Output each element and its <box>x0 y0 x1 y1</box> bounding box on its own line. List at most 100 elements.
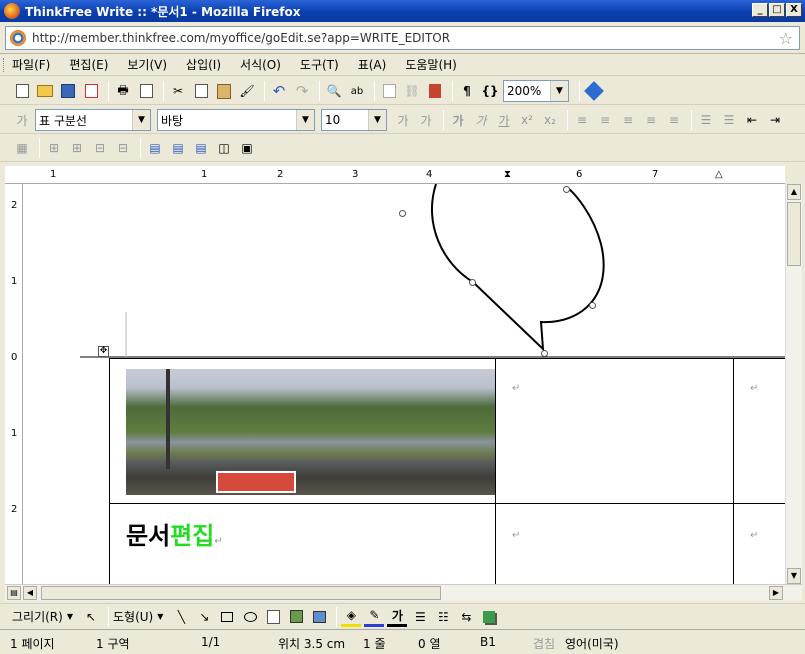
cell-align-middle-icon[interactable]: ▤ <box>168 138 188 158</box>
url-text[interactable]: http://member.thinkfree.com/myoffice/goE… <box>32 31 450 45</box>
chevron-down-icon[interactable]: ▼ <box>132 110 150 130</box>
picture-icon[interactable] <box>309 607 329 627</box>
paragraph-mark-icon[interactable]: ¶ <box>457 81 477 101</box>
insert-row-icon[interactable]: ⊞ <box>44 138 64 158</box>
close-button[interactable]: X <box>786 3 802 17</box>
open-folder-icon[interactable] <box>35 81 55 101</box>
menu-view[interactable]: 보기(V) <box>127 56 167 73</box>
fill-color-icon[interactable]: ◈ <box>341 607 362 627</box>
chevron-down-icon[interactable]: ▼ <box>550 81 568 101</box>
paste-icon[interactable] <box>214 81 234 101</box>
table-cell-a1[interactable] <box>109 358 496 504</box>
shape-handle[interactable] <box>541 350 548 357</box>
distribute-icon[interactable]: ≡ <box>664 110 684 130</box>
table-cell-b2[interactable]: ↵ <box>495 503 734 584</box>
line-color-icon[interactable]: ✎ <box>364 607 385 627</box>
line-icon[interactable]: ╲ <box>171 607 191 627</box>
chevron-down-icon[interactable]: ▼ <box>368 110 386 130</box>
save-icon[interactable] <box>58 81 78 101</box>
url-field[interactable]: http://member.thinkfree.com/myoffice/goE… <box>5 26 800 50</box>
insert-col-icon[interactable]: ⊞ <box>67 138 87 158</box>
font-select[interactable]: 바탕 ▼ <box>157 109 315 131</box>
bookmark-star-icon[interactable]: ☆ <box>779 29 793 48</box>
format-painter-icon[interactable]: 🖌 <box>237 81 257 101</box>
scroll-right-button[interactable]: ▶ <box>769 586 783 600</box>
menu-table[interactable]: 표(A) <box>358 56 387 73</box>
underline-button[interactable]: 가 <box>494 110 514 130</box>
style-icon[interactable]: 가 <box>12 110 32 130</box>
pdf-icon[interactable] <box>81 81 101 101</box>
cut-icon[interactable]: ✂ <box>168 81 188 101</box>
dash-style-icon[interactable]: ☷ <box>433 607 453 627</box>
table-grid-icon[interactable]: ▦ <box>12 138 32 158</box>
document-canvas[interactable]: ✥ ↵ ↵ 문서편집↵ ↵ ↵ <box>23 184 785 584</box>
font-size-select[interactable]: 10 ▼ <box>321 109 387 131</box>
hourglass-icon[interactable]: ⧗ <box>504 169 511 180</box>
clipart-icon[interactable] <box>286 607 306 627</box>
zoom-select[interactable]: 200% ▼ <box>503 80 569 102</box>
delete-col-icon[interactable]: ⊟ <box>113 138 133 158</box>
print-icon[interactable]: 🖶 <box>113 81 133 101</box>
scroll-down-button[interactable]: ▼ <box>787 568 801 584</box>
arrow-icon[interactable]: ↘ <box>194 607 214 627</box>
cell-align-top-icon[interactable]: ▤ <box>145 138 165 158</box>
chevron-down-icon[interactable]: ▼ <box>157 612 163 621</box>
insert-link-icon[interactable]: ⛓ <box>402 81 422 101</box>
horizontal-scrollbar[interactable]: ▤ ◀ ▶ <box>5 584 802 601</box>
copy-icon[interactable] <box>191 81 211 101</box>
shape-handle[interactable] <box>563 186 570 193</box>
ellipse-icon[interactable] <box>240 607 260 627</box>
heading-text[interactable]: 문서편집↵ <box>126 516 223 551</box>
new-doc-icon[interactable] <box>12 81 32 101</box>
align-right-icon[interactable]: ≡ <box>618 110 638 130</box>
menu-edit[interactable]: 편집(E) <box>69 56 108 73</box>
shape-handle[interactable] <box>469 279 476 286</box>
menu-format[interactable]: 서식(O) <box>240 56 281 73</box>
find-icon[interactable]: 🔍 <box>324 81 344 101</box>
superscript-button[interactable]: x² <box>517 110 537 130</box>
chevron-down-icon[interactable]: ▼ <box>67 612 73 621</box>
insert-book-icon[interactable] <box>425 81 445 101</box>
menu-help[interactable]: 도움말(H) <box>405 56 457 73</box>
table-cell-c1[interactable]: ↵ <box>733 358 785 504</box>
chevron-down-icon[interactable]: ▼ <box>296 110 314 130</box>
maximize-button[interactable]: □ <box>769 3 785 17</box>
field-code-icon[interactable]: {} <box>480 81 500 101</box>
shadow-icon[interactable] <box>479 607 499 627</box>
print-preview-icon[interactable] <box>136 81 156 101</box>
menu-insert[interactable]: 삽입(I) <box>186 56 221 73</box>
shrink-font-icon[interactable]: 가 <box>416 110 436 130</box>
scroll-thumb[interactable] <box>41 586 441 600</box>
shape-handle[interactable] <box>589 302 596 309</box>
align-center-icon[interactable]: ≡ <box>595 110 615 130</box>
table-cell-c2[interactable]: ↵ <box>733 503 785 584</box>
cell-align-bottom-icon[interactable]: ▤ <box>191 138 211 158</box>
merge-cell-icon[interactable]: ▣ <box>237 138 257 158</box>
font-color-icon[interactable]: 가 <box>387 607 408 627</box>
indent-marker-icon[interactable]: △ <box>715 169 723 180</box>
outdent-icon[interactable]: ⇤ <box>742 110 762 130</box>
rectangle-icon[interactable] <box>217 607 237 627</box>
replace-icon[interactable]: ab <box>347 81 367 101</box>
undo-icon[interactable]: ↶ <box>269 81 289 101</box>
menu-file[interactable]: 파일(F) <box>12 56 50 73</box>
bullet-list-icon[interactable]: ☰ <box>719 110 739 130</box>
grow-font-icon[interactable]: 가 <box>393 110 413 130</box>
align-left-icon[interactable]: ≡ <box>572 110 592 130</box>
view-mode-icon[interactable]: ▤ <box>7 586 21 600</box>
style-select[interactable]: 표 구분선 ▼ <box>35 109 151 131</box>
shape-menu-button[interactable]: 도형(U) <box>113 608 153 625</box>
subscript-button[interactable]: x₂ <box>540 110 560 130</box>
numbered-list-icon[interactable]: ☰ <box>696 110 716 130</box>
table-cell-b1[interactable]: ↵ <box>495 358 734 504</box>
vertical-scrollbar[interactable]: ▲ ▼ <box>785 184 802 584</box>
italic-button[interactable]: 가 <box>471 110 491 130</box>
scroll-thumb[interactable] <box>787 202 801 266</box>
menu-tools[interactable]: 도구(T) <box>300 56 339 73</box>
table-cell-a2[interactable]: 문서편집↵ <box>109 503 496 584</box>
justify-icon[interactable]: ≡ <box>641 110 661 130</box>
scroll-up-button[interactable]: ▲ <box>787 184 801 200</box>
line-style-icon[interactable]: ☰ <box>410 607 430 627</box>
split-cell-icon[interactable]: ◫ <box>214 138 234 158</box>
indent-icon[interactable]: ⇥ <box>765 110 785 130</box>
